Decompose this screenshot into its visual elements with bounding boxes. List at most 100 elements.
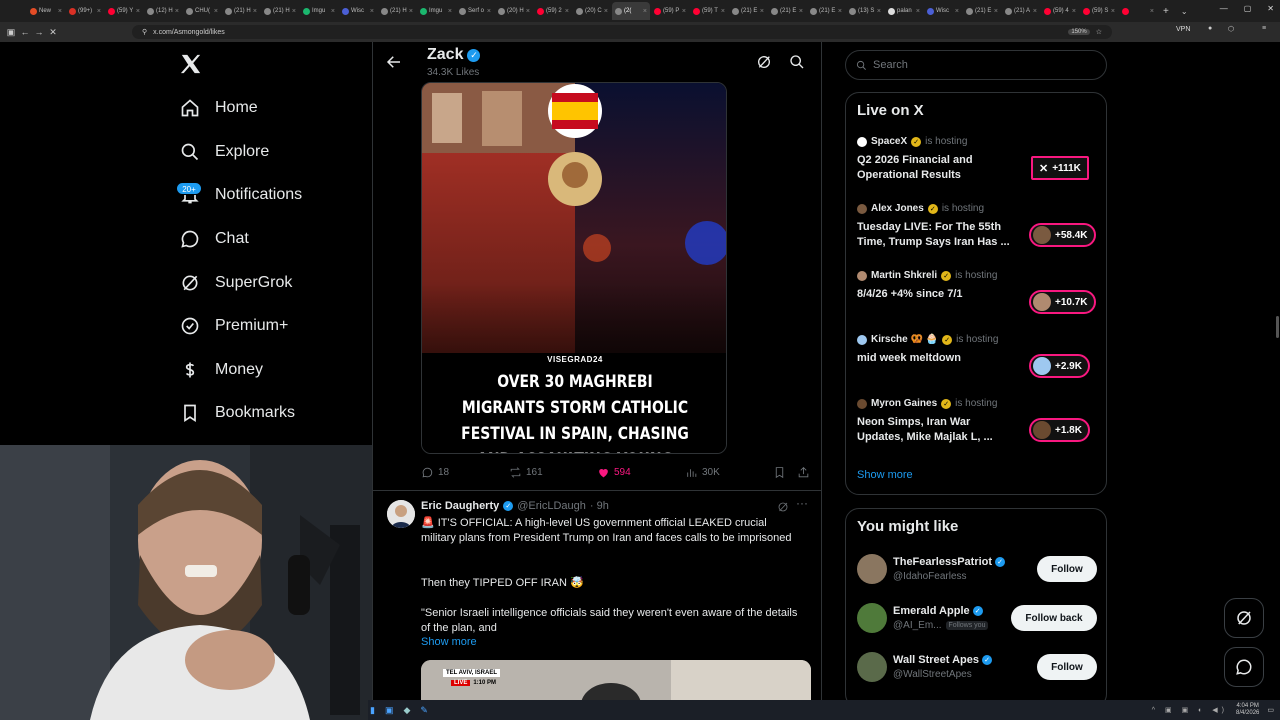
live-listener-badge[interactable]: +58.4K xyxy=(1029,223,1096,247)
browser-tab[interactable]: Serf o × xyxy=(456,2,494,20)
avatar[interactable] xyxy=(857,554,887,584)
browser-tab[interactable]: × xyxy=(1119,2,1157,20)
browser-tab[interactable]: (59) T × xyxy=(690,2,728,20)
live-listener-badge[interactable]: +1.8K xyxy=(1029,418,1090,442)
tab-close-icon[interactable]: × xyxy=(682,8,686,15)
browser-tab[interactable]: (21) E × xyxy=(729,2,767,20)
follow-back-button[interactable]: Follow back xyxy=(1011,605,1097,631)
browser-tab[interactable]: (13) S × xyxy=(846,2,884,20)
taskbar-app-icon[interactable]: ◆ xyxy=(403,705,410,716)
author-name[interactable]: Eric Daugherty xyxy=(421,500,499,512)
nav-item-bookmarks[interactable]: Bookmarks xyxy=(180,398,295,428)
taskbar-app-icon[interactable]: ▣ xyxy=(385,705,394,716)
nav-item-premium[interactable]: Premium+ xyxy=(180,311,288,341)
avatar[interactable] xyxy=(857,603,887,633)
browser-tab[interactable]: (59) 2 × xyxy=(534,2,572,20)
nav-item-supergrok[interactable]: SuperGrok xyxy=(180,268,292,298)
views-button[interactable]: 30K xyxy=(685,466,720,479)
tab-close-icon[interactable]: × xyxy=(526,8,530,15)
browser-tab[interactable]: (59) Y × xyxy=(105,2,143,20)
follow-button[interactable]: Follow xyxy=(1037,654,1097,680)
avatar[interactable] xyxy=(387,500,415,528)
live-listener-badge[interactable]: +2.9K xyxy=(1029,354,1090,378)
tab-close-icon[interactable]: × xyxy=(58,8,62,15)
live-listener-badge[interactable]: ✕ +111K xyxy=(1031,156,1089,180)
browser-tab[interactable]: New × xyxy=(27,2,65,20)
tab-close-icon[interactable]: × xyxy=(1150,8,1154,15)
tab-close-icon[interactable]: × xyxy=(97,8,101,15)
new-tab-button[interactable]: + xyxy=(1163,6,1169,17)
browser-tab[interactable]: (21) E × xyxy=(963,2,1001,20)
x-logo[interactable] xyxy=(180,53,202,75)
scrollbar-thumb[interactable] xyxy=(1276,316,1279,338)
live-show-more-link[interactable]: Show more xyxy=(857,469,913,481)
browser-tab[interactable]: Wisc × xyxy=(924,2,962,20)
bookmark-icon[interactable] xyxy=(773,466,786,482)
post-time[interactable]: · 9h xyxy=(590,500,609,512)
browser-tab[interactable]: Imgu × xyxy=(300,2,338,20)
show-more-link[interactable]: Show more xyxy=(421,636,477,648)
browser-tab[interactable]: (21) A × xyxy=(1002,2,1040,20)
vpn-button[interactable]: VPN xyxy=(1176,26,1190,33)
nav-item-money[interactable]: Money xyxy=(180,355,263,385)
taskbar-app-icon[interactable]: ✎ xyxy=(420,705,428,716)
browser-tab[interactable]: (20) C × xyxy=(573,2,611,20)
nav-item-explore[interactable]: Explore xyxy=(180,137,269,167)
tab-close-icon[interactable]: × xyxy=(331,8,335,15)
tab-close-icon[interactable]: × xyxy=(214,8,218,15)
sidebar-toggle-icon[interactable]: ▣ xyxy=(4,27,18,38)
close-window-button[interactable]: ✕ xyxy=(1267,4,1274,13)
maximize-button[interactable]: ▢ xyxy=(1244,4,1252,13)
browser-tab[interactable]: (2(× xyxy=(612,2,650,20)
back-arrow-icon[interactable] xyxy=(385,53,403,71)
star-icon[interactable]: ☆ xyxy=(1096,28,1102,36)
suggestion-row[interactable]: TheFearlessPatriot ✓ @IdahoFearless Follo… xyxy=(857,549,1097,589)
browser-tab[interactable]: (21) H × xyxy=(261,2,299,20)
browser-tab[interactable]: Imgu × xyxy=(417,2,455,20)
tab-close-icon[interactable]: × xyxy=(175,8,179,15)
post-media-video[interactable]: TEL AVIV, ISRAEL LIVE 1:10 PM xyxy=(421,660,811,700)
like-button[interactable]: 594 xyxy=(597,466,631,479)
reload-icon[interactable]: ✕ xyxy=(46,27,60,38)
tab-close-icon[interactable]: × xyxy=(916,8,920,15)
profile-icon[interactable]: ● xyxy=(1208,25,1212,32)
browser-tab[interactable]: (12) H × xyxy=(144,2,182,20)
browser-tab[interactable]: (99+) × xyxy=(66,2,104,20)
back-icon[interactable]: ← xyxy=(18,27,32,37)
tab-close-icon[interactable]: × xyxy=(955,8,959,15)
browser-tab[interactable]: Wisc × xyxy=(339,2,377,20)
share-icon[interactable] xyxy=(797,466,810,482)
tab-close-icon[interactable]: × xyxy=(604,8,608,15)
tab-close-icon[interactable]: × xyxy=(838,8,842,15)
suggestion-row[interactable]: Wall Street Apes ✓ @WallStreetApes Follow xyxy=(857,647,1097,687)
clock[interactable]: 4:04 PM 8/4/2026 xyxy=(1236,703,1259,717)
tab-close-icon[interactable]: × xyxy=(877,8,881,15)
tab-close-icon[interactable]: × xyxy=(370,8,374,15)
tray-icons[interactable]: ^ ▣ ▣ ◐ ◀) xyxy=(1152,706,1228,714)
browser-tab[interactable]: (20) H × xyxy=(495,2,533,20)
forward-icon[interactable]: → xyxy=(32,27,46,37)
tab-close-icon[interactable]: × xyxy=(448,8,452,15)
extensions-icon[interactable]: ⬡ xyxy=(1228,25,1234,33)
author-handle[interactable]: @EricLDaugh xyxy=(517,500,586,512)
messages-floating-button[interactable] xyxy=(1224,647,1264,687)
tab-close-icon[interactable]: × xyxy=(760,8,764,15)
menu-icon[interactable]: ≡ xyxy=(1262,25,1266,32)
more-options-icon[interactable]: ··· xyxy=(796,496,808,510)
minimize-button[interactable]: — xyxy=(1220,4,1228,13)
tab-close-icon[interactable]: × xyxy=(799,8,803,15)
chevron-down-icon[interactable]: ⌄ xyxy=(1181,7,1188,16)
tab-close-icon[interactable]: × xyxy=(1072,8,1076,15)
search-icon[interactable] xyxy=(789,54,805,75)
tab-close-icon[interactable]: × xyxy=(409,8,413,15)
tab-close-icon[interactable]: × xyxy=(1033,8,1037,15)
browser-tab[interactable]: (59) P × xyxy=(651,2,689,20)
search-input[interactable]: Search xyxy=(845,50,1107,80)
browser-tab[interactable]: (21) E × xyxy=(807,2,845,20)
live-listener-badge[interactable]: +10.7K xyxy=(1029,290,1096,314)
browser-tab[interactable]: (21) H × xyxy=(378,2,416,20)
tab-close-icon[interactable]: × xyxy=(994,8,998,15)
post-media-image[interactable]: VISEGRAD24 OVER 30 MAGHREBI MIGRANTS STO… xyxy=(421,82,727,454)
follow-button[interactable]: Follow xyxy=(1037,556,1097,582)
nav-item-home[interactable]: Home xyxy=(180,93,258,123)
